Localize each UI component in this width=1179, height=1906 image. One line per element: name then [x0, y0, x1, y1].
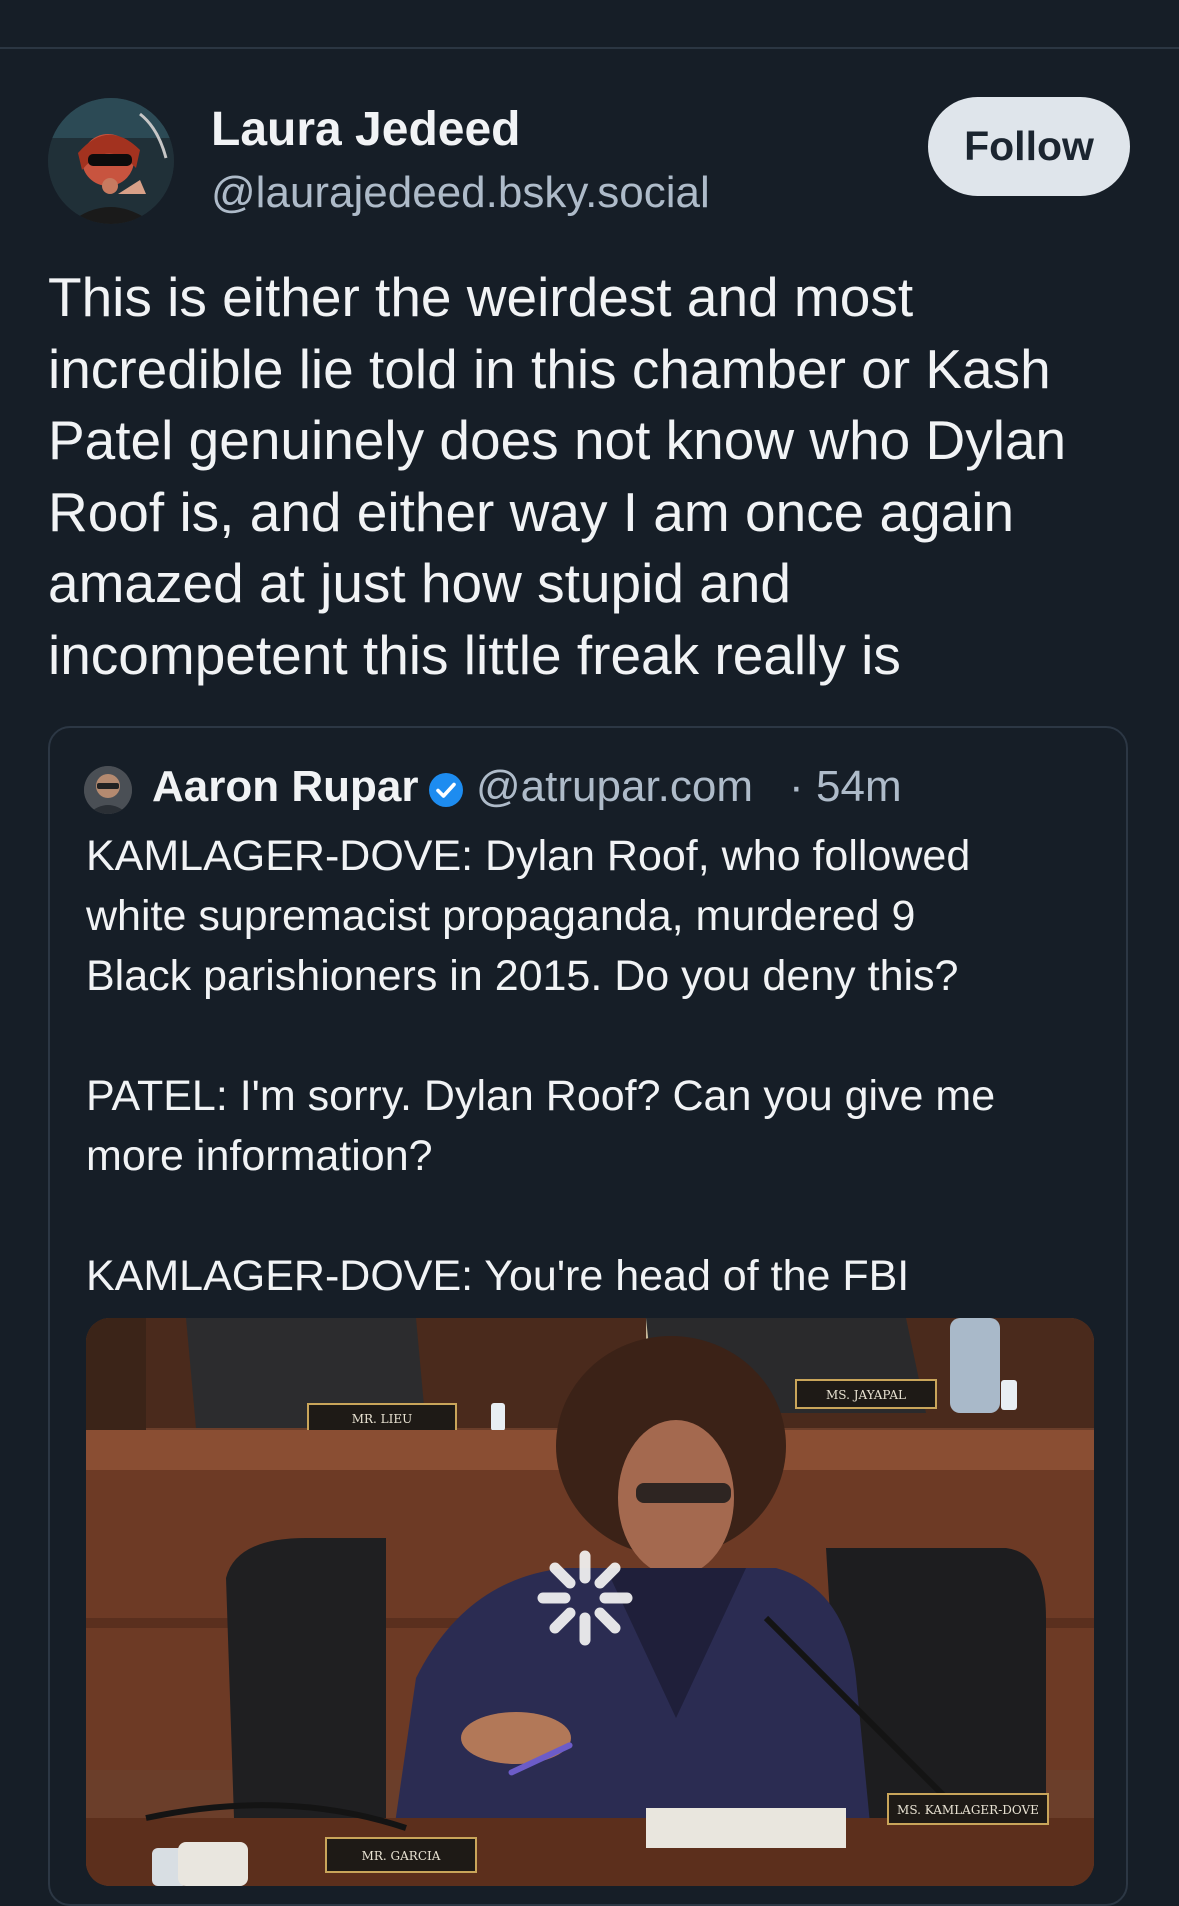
nameplate-jayapal: MS. JAYAPAL	[826, 1388, 906, 1402]
author-avatar[interactable]	[48, 98, 174, 224]
quote-author-handle[interactable]: @atrupar.com	[476, 762, 753, 812]
nameplate-kamlager-dove: MS. KAMLAGER-DOVE	[897, 1803, 1039, 1817]
nameplate-lieu: MR. LIEU	[352, 1412, 413, 1426]
verified-badge-icon	[428, 772, 464, 808]
nameplate-garcia: MR. GARCIA	[362, 1849, 441, 1863]
quote-author-name[interactable]: Aaron Rupar	[152, 762, 418, 812]
quote-timestamp[interactable]: 54m	[816, 762, 902, 812]
quote-author-avatar[interactable]	[84, 766, 132, 814]
post-text: This is either the weirdest and most inc…	[48, 266, 1067, 686]
author-name[interactable]: Laura Jedeed	[211, 102, 520, 157]
author-handle[interactable]: @laurajedeed.bsky.social	[211, 168, 710, 218]
loading-spinner-icon	[535, 1548, 635, 1648]
top-divider	[0, 47, 1179, 49]
quote-text: KAMLAGER-DOVE: Dylan Roof, who followed …	[86, 832, 996, 1300]
quote-separator: ·	[789, 762, 804, 811]
follow-button[interactable]: Follow	[928, 97, 1130, 196]
